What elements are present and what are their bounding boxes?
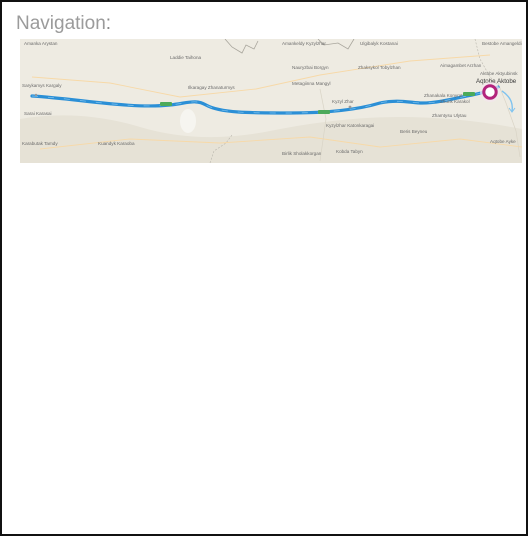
map-label: Metagiinna Mangyl [292, 81, 331, 86]
map-label: Karabutak Tamdy [22, 141, 58, 146]
route-map[interactable]: Amanka Arystan Laddie Taihona Amankeldy … [20, 39, 522, 163]
map-label: Aqtobe Ayke [490, 139, 516, 144]
map-label: Zhaksykol Tobylzhan [358, 65, 401, 70]
map-label: Sarykamys Kargaly [22, 83, 62, 88]
map-salt-flat [180, 109, 196, 133]
map-label: Aimagambet Arzhan [440, 63, 482, 68]
route-map-canvas[interactable]: Amanka Arystan Laddie Taihona Amankeldy … [20, 39, 522, 163]
map-label: Kyzylzhar Katonkaragai [326, 123, 374, 128]
highway-shield-icon [463, 92, 475, 96]
navigation-title: Navigation [16, 13, 106, 34]
map-label: Aktobe Aktyubinsk [480, 71, 518, 76]
navigation-header: Navigation: [16, 12, 111, 36]
destination-marker-icon[interactable] [482, 84, 498, 100]
map-label: Amankeldy Kyzylzhar [282, 41, 326, 46]
destination-label: Aqtobe Aktobe [476, 78, 517, 85]
map-label: Laddie Taihona [170, 55, 202, 60]
map-label: Sarai Karasai [24, 111, 52, 116]
map-label: Birlik Sholakkorgan [282, 151, 322, 156]
map-label: Ilkaragay Zhanaturmys [188, 85, 235, 90]
navigation-title-colon: : [105, 13, 112, 34]
map-label: Kuandyk Karaoba [98, 141, 135, 146]
map-label: Nauryzbai Borgyn [292, 65, 329, 70]
map-label: Zhurik Karakol [440, 99, 470, 104]
highway-shield-icon [160, 102, 172, 106]
navigation-panel: Navigation: Amanka Arystan Laddie Taihon… [0, 0, 528, 536]
map-label: Kobda Tabyn [336, 149, 363, 154]
map-label: Kyzyl Zhar [332, 99, 354, 104]
map-label: Ulgibalyk Kostanai [360, 41, 398, 46]
highway-shield-icon [318, 110, 330, 114]
city-dot-icon [348, 105, 352, 109]
map-label: Beris Beyneu [400, 129, 428, 134]
map-label: Zhanakala Konyrat [424, 93, 463, 98]
map-label: Zhamtysu Ulytau [432, 113, 467, 118]
map-label: Bestobe Amangeldi [482, 41, 522, 46]
map-label: Amanka Arystan [24, 41, 58, 46]
city-dot-icon [34, 93, 38, 97]
